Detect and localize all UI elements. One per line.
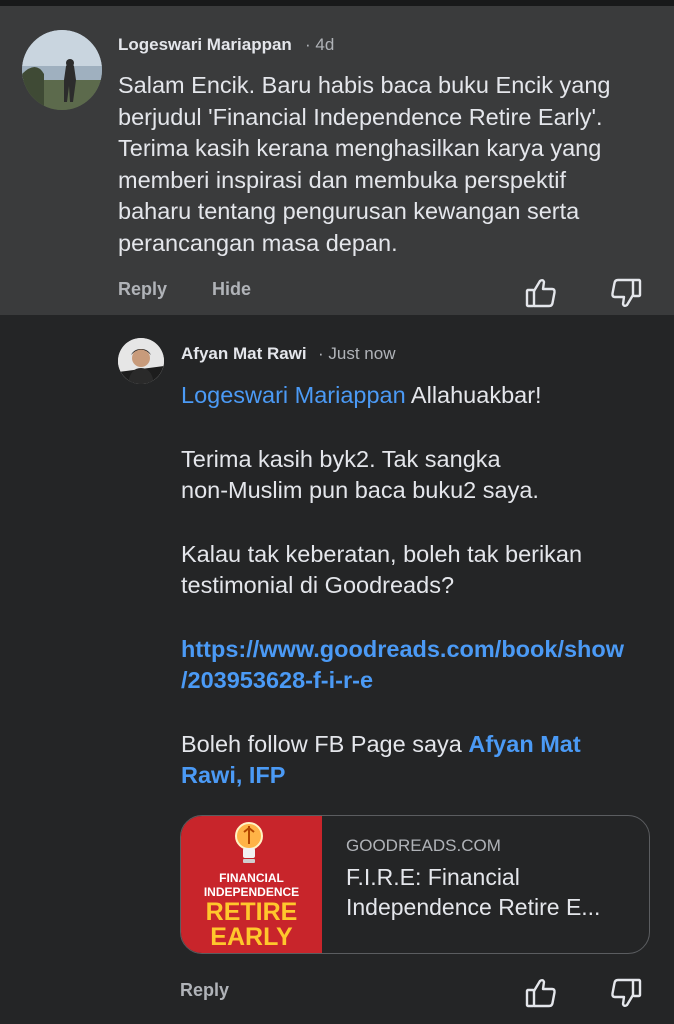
cover-text: FINANCIAL (219, 871, 284, 885)
book-cover-thumbnail: FINANCIAL INDEPENDENCE RETIRE EARLY (181, 816, 322, 953)
link-title: F.I.R.E: Financial Independence Retire E… (346, 864, 601, 920)
avatar[interactable] (22, 30, 102, 110)
thumbs-down-icon[interactable] (609, 976, 643, 1010)
reply-paragraph: Kalau tak keberatan, boleh tak berikan te… (181, 539, 651, 602)
reply-paragraph: Boleh follow FB Page saya Afyan Mat Rawi,… (181, 729, 651, 792)
thumbs-up-icon[interactable] (524, 276, 558, 310)
avatar[interactable] (118, 338, 164, 384)
link-source: GOODREADS.COM (346, 836, 501, 855)
reply-text-fragment: non-Muslim pun baca buku2 saya. (181, 477, 539, 503)
reply-button[interactable]: Reply (180, 980, 229, 1001)
link-preview-card[interactable]: FINANCIAL INDEPENDENCE RETIRE EARLY GOOD… (180, 815, 650, 954)
thumbs-down-icon[interactable] (609, 276, 643, 310)
goodreads-link[interactable]: https://www.goodreads.com/book/show (181, 636, 624, 662)
reply-text-fragment: Allahuakbar! (405, 382, 542, 408)
comment-text: Salam Encik. Baru habis baca buku Encik … (118, 72, 611, 256)
fb-page-link[interactable]: Afyan Mat (468, 731, 580, 757)
reply-text-fragment: testimonial di Goodreads? (181, 572, 455, 598)
reply-text-fragment: Kalau tak keberatan, boleh tak berikan (181, 540, 583, 567)
cover-text: EARLY (210, 923, 293, 951)
reply-paragraph: https://www.goodreads.com/book/show/2039… (181, 634, 651, 697)
cover-text: RETIRE (205, 898, 298, 926)
hide-button[interactable]: Hide (212, 279, 251, 300)
comment-author[interactable]: Logeswari Mariappan (118, 35, 292, 55)
reply-author[interactable]: Afyan Mat Rawi (181, 344, 307, 364)
reply-text: Logeswari Mariappan Allahuakbar! Terima … (181, 380, 651, 824)
cover-text: INDEPENDENCE (203, 885, 300, 899)
lightbulb-icon (235, 822, 263, 863)
goodreads-link-continued[interactable]: /203953628-f-i-r-e (181, 667, 373, 693)
reply-paragraph: Logeswari Mariappan Allahuakbar! (181, 380, 651, 412)
reply-paragraph: Terima kasih byk2. Tak sangka non-Muslim … (181, 444, 651, 507)
thumbs-up-icon[interactable] (524, 976, 558, 1010)
reply-button[interactable]: Reply (118, 279, 167, 300)
reply-text-fragment: Boleh follow FB Page saya (181, 730, 469, 757)
mention-link[interactable]: Logeswari Mariappan (181, 382, 406, 408)
reply-timestamp[interactable]: · Just now (318, 344, 395, 364)
reply-text-fragment: Terima kasih byk2. Tak sangka (181, 445, 501, 472)
fb-page-link-continued[interactable]: Rawi, IFP (181, 762, 285, 788)
comment-timestamp[interactable]: · 4d (305, 35, 334, 55)
